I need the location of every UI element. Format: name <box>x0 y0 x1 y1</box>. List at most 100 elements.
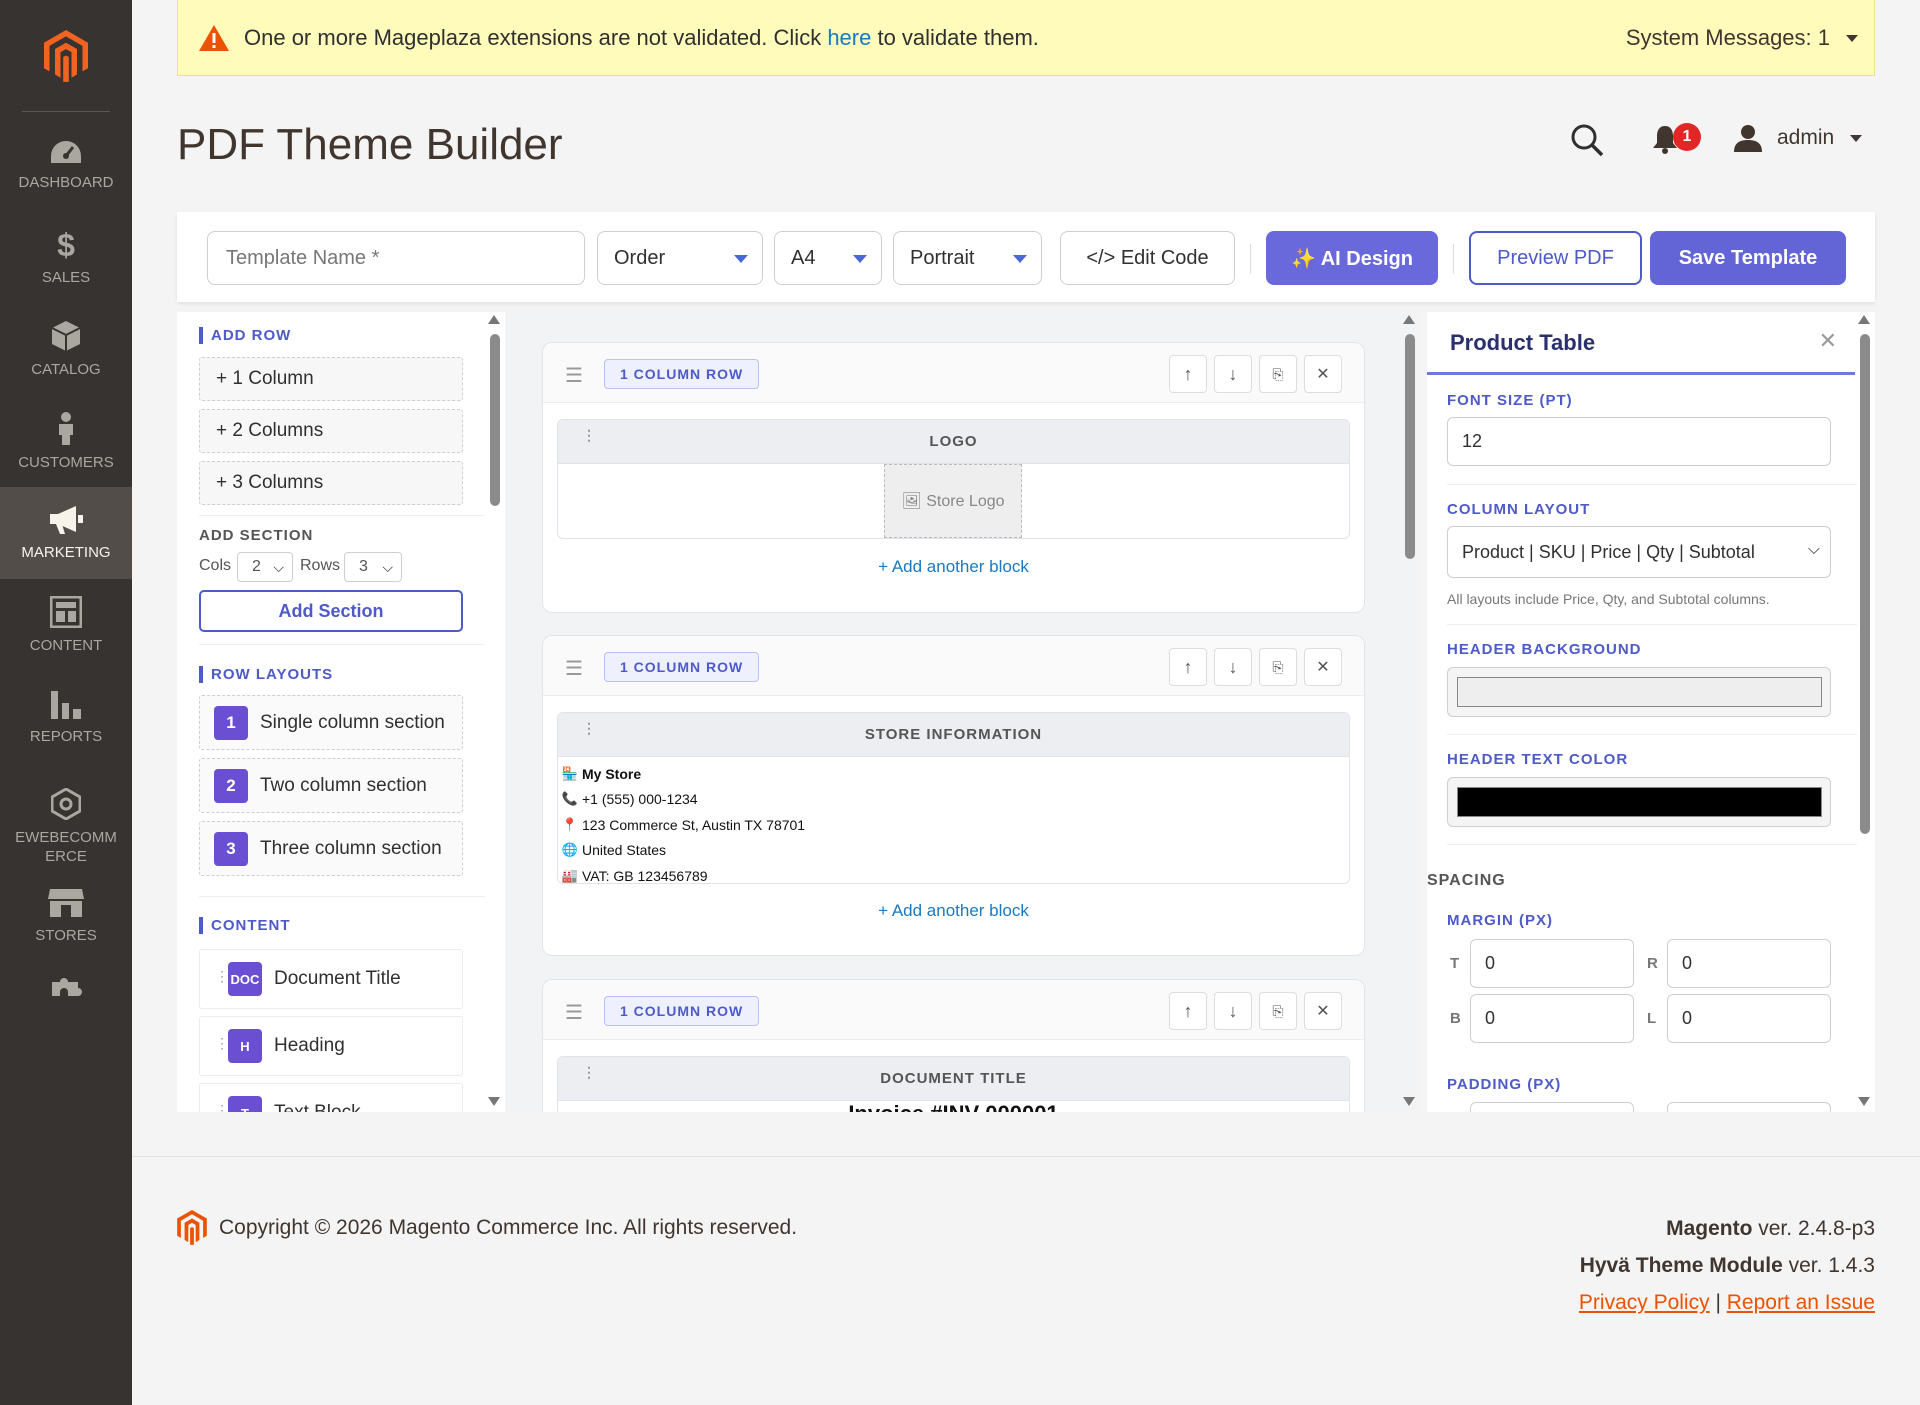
header-background-picker[interactable] <box>1447 667 1831 717</box>
store-information-block[interactable]: ⋮ STORE INFORMATION 🏪 My Store 📞 +1 (555) 0… <box>557 712 1350 884</box>
move-down-button[interactable]: ↓ <box>1214 992 1252 1030</box>
left-panel-scrollbar[interactable] <box>488 312 500 1112</box>
drag-handle-icon[interactable]: ☰ <box>565 1000 583 1025</box>
sidebar-item-label: EWEBECOMMERCE <box>15 829 117 865</box>
row-type-tag: 1 COLUMN ROW <box>604 996 760 1026</box>
scrollbar-thumb[interactable] <box>1405 334 1415 559</box>
properties-scrollbar[interactable] <box>1858 312 1870 1112</box>
document-title-text: Invoice #INV-000001 <box>558 1101 1349 1112</box>
sidebar-item-label: CONTENT <box>29 636 103 654</box>
padding-top-input[interactable] <box>1470 1102 1634 1112</box>
canvas-row[interactable]: ☰ 1 COLUMN ROW ↑ ↓ ⎘ ✕ ⋮ DOCUMENT TITLE I… <box>542 979 1365 1112</box>
pdf-theme-builder: Template Name * Order A4 Portrait </> Ed… <box>177 212 1875 1112</box>
duplicate-button[interactable]: ⎘ <box>1259 648 1297 686</box>
notifications-badge[interactable]: 1 <box>1673 123 1701 151</box>
canvas-row[interactable]: ☰ 1 COLUMN ROW ↑ ↓ ⎘ ✕ ⋮ LOGO 🖼 Store Log… <box>542 342 1365 613</box>
padding-right-input[interactable] <box>1667 1102 1831 1112</box>
divider <box>199 896 485 897</box>
search-icon[interactable] <box>1570 123 1604 162</box>
admin-user-menu[interactable]: admin <box>1733 124 1863 152</box>
save-template-button[interactable]: Save Template <box>1650 231 1846 285</box>
canvas-scrollbar[interactable] <box>1403 312 1415 1112</box>
drag-handle-icon[interactable]: ☰ <box>565 656 583 681</box>
paper-size-select[interactable]: A4 <box>774 231 882 285</box>
scroll-up-icon[interactable] <box>1858 315 1870 324</box>
cols-select[interactable]: 2 ⌵ <box>237 552 293 582</box>
margin-top-input[interactable]: 0 <box>1470 939 1634 988</box>
scroll-up-icon[interactable] <box>488 315 500 324</box>
globe-icon: 🌐 <box>561 842 579 858</box>
add-another-block-link[interactable]: + Add another block <box>543 557 1364 577</box>
delete-button[interactable]: ✕ <box>1304 355 1342 393</box>
margin-left-input[interactable]: 0 <box>1667 994 1831 1043</box>
drag-handle-icon[interactable]: ☰ <box>565 363 583 388</box>
preview-pdf-button[interactable]: Preview PDF <box>1469 231 1642 285</box>
duplicate-button[interactable]: ⎘ <box>1259 992 1297 1030</box>
add-3-columns-button[interactable]: + 3 Columns <box>199 461 463 505</box>
duplicate-button[interactable]: ⎘ <box>1259 355 1297 393</box>
rows-select[interactable]: 3 ⌵ <box>344 552 402 582</box>
content-text-block[interactable]: ⋮T Text Block <box>199 1083 463 1112</box>
store-icon <box>48 888 84 917</box>
document-title-block[interactable]: ⋮ DOCUMENT TITLE Invoice #INV-000001 <box>557 1056 1350 1112</box>
delete-button[interactable]: ✕ <box>1304 648 1342 686</box>
chevron-down-icon <box>1013 255 1027 263</box>
orientation-select[interactable]: Portrait <box>893 231 1042 285</box>
move-up-button[interactable]: ↑ <box>1169 355 1207 393</box>
add-2-columns-button[interactable]: + 2 Columns <box>199 409 463 453</box>
drag-handle-icon[interactable]: ⋮ <box>582 721 597 735</box>
move-up-button[interactable]: ↑ <box>1169 648 1207 686</box>
sidebar-item-reports[interactable]: REPORTS <box>0 671 132 763</box>
font-size-input[interactable]: 12 <box>1447 417 1831 466</box>
sidebar-item-extensions[interactable] <box>0 950 132 1030</box>
layout-two-column[interactable]: 2 Two column section <box>199 758 463 813</box>
move-down-button[interactable]: ↓ <box>1214 355 1252 393</box>
sidebar-item-stores[interactable]: STORES <box>0 870 132 962</box>
drag-handle-icon[interactable]: ⋮ <box>582 1065 597 1079</box>
content-heading[interactable]: ⋮ H Heading <box>199 1016 463 1076</box>
scroll-up-icon[interactable] <box>1403 315 1415 324</box>
sidebar-item-label: SALES <box>41 268 91 286</box>
close-icon[interactable]: ✕ <box>1819 328 1837 354</box>
sidebar-item-label: STORES <box>35 926 97 944</box>
add-1-column-button[interactable]: + 1 Column <box>199 357 463 401</box>
scrollbar-thumb[interactable] <box>490 334 500 506</box>
row-header: ☰ 1 COLUMN ROW ↑ ↓ ⎘ ✕ <box>543 343 1364 403</box>
move-up-button[interactable]: ↑ <box>1169 992 1207 1030</box>
scroll-down-icon[interactable] <box>488 1097 500 1106</box>
move-down-button[interactable]: ↓ <box>1214 648 1252 686</box>
sidebar-item-ewebecommerce[interactable]: EWEBECOMMERCE <box>0 775 132 879</box>
drag-handle-icon[interactable]: ⋮ <box>582 428 597 442</box>
privacy-policy-link[interactable]: Privacy Policy <box>1579 1291 1710 1314</box>
template-name-input[interactable]: Template Name * <box>207 231 585 285</box>
scrollbar-thumb[interactable] <box>1860 334 1870 834</box>
content-document-title[interactable]: ⋮ DOC Document Title <box>199 949 463 1009</box>
validate-link[interactable]: here <box>827 25 871 50</box>
layout-single-column[interactable]: 1 Single column section <box>199 695 463 750</box>
canvas-row[interactable]: ☰ 1 COLUMN ROW ↑ ↓ ⎘ ✕ ⋮ STORE INFORMATIO… <box>542 635 1365 956</box>
system-messages-toggle[interactable]: System Messages: 1 <box>1626 0 1858 76</box>
header-text-color-picker[interactable] <box>1447 777 1831 827</box>
column-layout-select[interactable]: Product | SKU | Price | Qty | Subtotal ⌵ <box>1447 526 1831 578</box>
chevron-down-icon <box>1850 134 1863 142</box>
document-type-select[interactable]: Order <box>597 231 763 285</box>
sidebar-item-content[interactable]: CONTENT <box>0 579 132 671</box>
report-issue-link[interactable]: Report an Issue <box>1727 1291 1875 1314</box>
sidebar-item-customers[interactable]: CUSTOMERS <box>0 395 132 487</box>
edit-code-button[interactable]: </> Edit Code <box>1060 231 1235 285</box>
scroll-down-icon[interactable] <box>1403 1097 1415 1106</box>
margin-right-input[interactable]: 0 <box>1667 939 1831 988</box>
logo-block[interactable]: ⋮ LOGO 🖼 Store Logo <box>557 419 1350 539</box>
add-section-button[interactable]: Add Section <box>199 590 463 632</box>
layout-three-column[interactable]: 3 Three column section <box>199 821 463 876</box>
add-another-block-link[interactable]: + Add another block <box>543 901 1364 921</box>
ai-design-button[interactable]: ✨ AI Design <box>1266 231 1438 285</box>
sidebar-item-marketing[interactable]: MARKETING <box>0 487 132 579</box>
sidebar-item-catalog[interactable]: CATALOG <box>0 303 132 395</box>
scroll-down-icon[interactable] <box>1858 1097 1870 1106</box>
sidebar-item-sales[interactable]: $ SALES <box>0 211 132 303</box>
margin-bottom-input[interactable]: 0 <box>1470 994 1634 1043</box>
magento-logo[interactable] <box>22 0 110 112</box>
sidebar-item-dashboard[interactable]: DASHBOARD <box>0 119 132 211</box>
delete-button[interactable]: ✕ <box>1304 992 1342 1030</box>
